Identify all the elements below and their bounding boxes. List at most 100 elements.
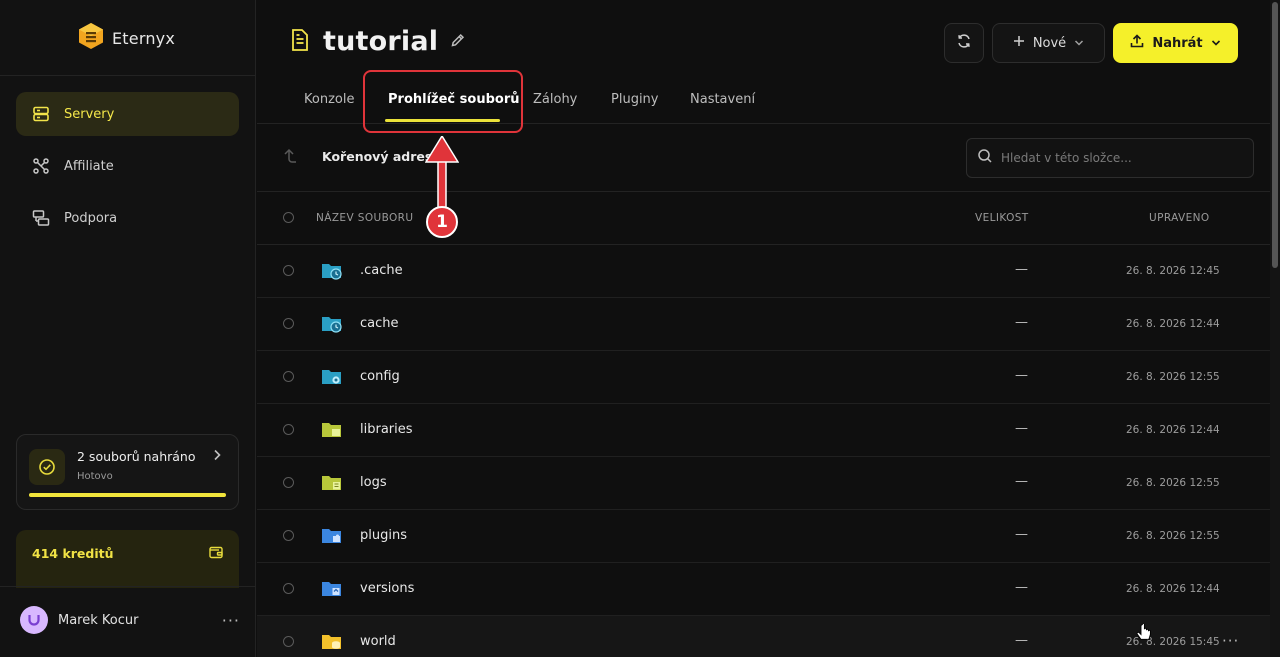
brand[interactable]: Eternyx: [78, 22, 175, 54]
more-icon[interactable]: ···: [222, 611, 240, 630]
row-select-radio[interactable]: [283, 477, 294, 488]
search-icon: [977, 148, 993, 168]
folder-upload-icon: [321, 579, 343, 599]
new-button[interactable]: Nové: [992, 23, 1105, 63]
table-row[interactable]: world — 26. 8. 2026 15:45 ···: [257, 616, 1270, 657]
row-select-radio[interactable]: [283, 530, 294, 541]
row-select-radio[interactable]: [283, 371, 294, 382]
folder-log-icon: [321, 473, 343, 493]
user-name: Marek Kocur: [58, 612, 139, 628]
tab-pluginy[interactable]: Pluginy: [611, 92, 659, 107]
upload-button[interactable]: Nahrát: [1113, 23, 1238, 63]
avatar: [20, 606, 48, 634]
upload-icon: [1130, 34, 1144, 52]
file-modified: 26. 8. 2026 12:55: [1126, 371, 1220, 383]
support-icon: [32, 209, 50, 227]
row-select-radio[interactable]: [283, 265, 294, 276]
tab-nastaveni[interactable]: Nastavení: [690, 92, 755, 107]
new-button-label: Nové: [1032, 35, 1067, 51]
folder-library-icon: [321, 420, 343, 440]
file-name[interactable]: libraries: [360, 422, 413, 437]
folder-plugin-icon: [321, 526, 343, 546]
hand-cursor-icon: [1136, 624, 1151, 640]
row-select-radio[interactable]: [283, 424, 294, 435]
table-row[interactable]: plugins — 26. 8. 2026 12:55: [257, 510, 1270, 563]
tab-zalohy[interactable]: Zálohy: [533, 92, 577, 107]
table-header: NÁZEV SOUBORU VELIKOST UPRAVENO: [257, 192, 1270, 245]
file-name[interactable]: world: [360, 634, 396, 649]
sidebar-item-affiliate[interactable]: Affiliate: [16, 144, 239, 188]
file-name[interactable]: .cache: [360, 263, 403, 278]
file-name[interactable]: cache: [360, 316, 399, 331]
column-modified[interactable]: UPRAVENO: [1149, 212, 1210, 224]
brand-name: Eternyx: [112, 28, 176, 48]
search-field[interactable]: [966, 138, 1254, 178]
folder-gear-icon: [321, 367, 343, 387]
file-name[interactable]: versions: [360, 581, 414, 596]
chevron-down-icon: [1074, 36, 1084, 51]
file-size: —: [1015, 527, 1028, 542]
file-size: —: [1015, 368, 1028, 383]
credits-card[interactable]: 414 kreditů: [16, 530, 239, 588]
file-modified: 26. 8. 2026 12:45: [1126, 265, 1220, 277]
file-modified: 26. 8. 2026 12:55: [1126, 530, 1220, 542]
column-name[interactable]: NÁZEV SOUBORU: [316, 212, 413, 224]
edit-icon[interactable]: [450, 32, 466, 52]
row-select-radio[interactable]: [283, 583, 294, 594]
table-row[interactable]: .cache — 26. 8. 2026 12:45: [257, 245, 1270, 298]
sidebar: Eternyx Servery Affiliate Podpora 2 soub…: [0, 0, 256, 657]
file-modified: 26. 8. 2026 12:44: [1126, 318, 1220, 330]
annotation-highlight-box: [363, 70, 523, 133]
sidebar-item-label: Affiliate: [64, 158, 114, 174]
upload-status-card[interactable]: 2 souborů nahráno Hotovo: [16, 434, 239, 510]
upload-status-subtitle: Hotovo: [77, 471, 113, 482]
divider: [0, 75, 256, 76]
file-size: —: [1015, 262, 1028, 277]
document-icon: [289, 28, 311, 56]
upload-progress-fill: [29, 493, 226, 497]
wallet-icon: [209, 544, 223, 563]
sidebar-item-label: Servery: [64, 106, 115, 122]
column-size[interactable]: VELIKOST: [975, 212, 1029, 224]
file-size: —: [1015, 421, 1028, 436]
scrollbar[interactable]: [1270, 0, 1280, 657]
refresh-button[interactable]: [944, 23, 984, 63]
file-name[interactable]: config: [360, 369, 400, 384]
upload-progress-bar: [29, 493, 226, 497]
file-toolbar: Kořenový adresář: [257, 124, 1270, 192]
chevron-right-icon: [212, 449, 222, 465]
file-size: —: [1015, 580, 1028, 595]
table-row[interactable]: libraries — 26. 8. 2026 12:44: [257, 404, 1270, 457]
file-modified: 26. 8. 2026 12:55: [1126, 477, 1220, 489]
chevron-down-icon: [1211, 36, 1221, 51]
affiliate-icon: [32, 157, 50, 175]
divider: [0, 586, 256, 587]
check-circle-icon: [29, 449, 65, 485]
credits-label: 414 kreditů: [32, 546, 114, 561]
file-modified: 26. 8. 2026 12:44: [1126, 424, 1220, 436]
file-size: —: [1015, 633, 1028, 648]
table-row[interactable]: logs — 26. 8. 2026 12:55: [257, 457, 1270, 510]
tab-konzole[interactable]: Konzole: [304, 92, 354, 107]
logo-icon: [78, 22, 104, 54]
file-name[interactable]: plugins: [360, 528, 407, 543]
sidebar-item-podpora[interactable]: Podpora: [16, 196, 239, 240]
more-icon[interactable]: ···: [1222, 632, 1239, 650]
select-all-radio[interactable]: [283, 212, 294, 223]
page-header: tutorial: [289, 26, 466, 57]
table-row[interactable]: versions — 26. 8. 2026 12:44: [257, 563, 1270, 616]
user-menu[interactable]: Marek Kocur ···: [20, 606, 240, 634]
row-select-radio[interactable]: [283, 636, 294, 647]
scrollbar-thumb[interactable]: [1272, 2, 1278, 268]
table-row[interactable]: config — 26. 8. 2026 12:55: [257, 351, 1270, 404]
file-name[interactable]: logs: [360, 475, 387, 490]
search-input[interactable]: [1001, 151, 1241, 165]
table-row[interactable]: cache — 26. 8. 2026 12:44: [257, 298, 1270, 351]
sidebar-item-servery[interactable]: Servery: [16, 92, 239, 136]
row-select-radio[interactable]: [283, 318, 294, 329]
plus-icon: [1013, 35, 1025, 51]
folder-clock-icon: [321, 314, 343, 334]
arrow-up-icon[interactable]: [283, 148, 297, 168]
folder-world-icon: [321, 632, 343, 652]
sidebar-item-label: Podpora: [64, 210, 118, 226]
